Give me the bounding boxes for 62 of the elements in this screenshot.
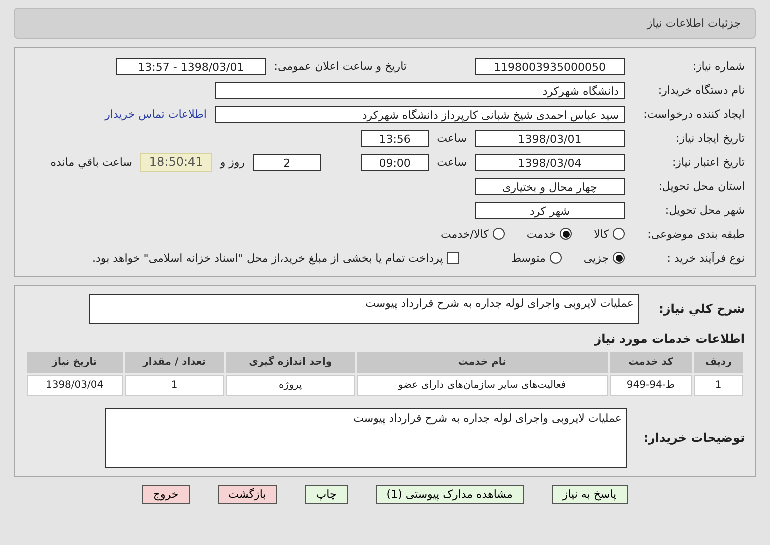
column-header: نام خدمت — [356, 352, 608, 373]
checkbox-label: پرداخت تمام یا بخشی از مبلغ خرید،از محل "اسناد خزانه اسلامی" خواهد بود. — [92, 252, 444, 264]
radio-button[interactable] — [550, 252, 562, 264]
column-header: کد خدمت — [610, 352, 692, 373]
checkbox[interactable] — [447, 252, 460, 264]
summary-field: عملیات لایروبی واجرای لوله جداره به شرح قرارداد پیوست — [89, 294, 639, 324]
action-button[interactable]: چاپ — [305, 485, 348, 504]
table-cell: پروژه — [226, 375, 355, 396]
field-label: طبقه بندی موضوعی: — [646, 228, 745, 240]
text-field[interactable]: سید عباس احمدی شیخ شبانی کارپرداز دانشگاه شهرکرد — [215, 106, 625, 122]
text-field[interactable]: 1398/03/01 — [475, 130, 625, 146]
table-cell: 1 — [124, 375, 224, 396]
field-label: نام دستگاه خریدار: — [657, 84, 745, 96]
field-label: تاریخ ایجاد نیاز: — [674, 132, 745, 144]
field-text: ساعت — [437, 156, 467, 168]
buyer-contact-link[interactable]: اطلاعات تماس خریدار — [105, 108, 207, 120]
notes-field: عملیات لایروبی واجرای لوله جداره به شرح قرارداد پیوست — [105, 408, 627, 468]
field-text: ساعت باقي مانده — [50, 156, 132, 168]
text-field[interactable]: 2 — [253, 154, 322, 170]
countdown-field: 18:50:41 — [140, 152, 212, 172]
radio-label: کالا — [594, 228, 609, 240]
text-field[interactable]: 1398/03/01 - 13:57 — [116, 58, 266, 74]
field-text: ساعت — [437, 132, 467, 144]
text-field[interactable]: 1398/03/04 — [475, 154, 625, 170]
field-label: تاریخ اعتبار نیاز: — [671, 156, 745, 168]
field-label: استان محل تحویل: — [658, 180, 745, 192]
field-label: ایجاد کننده درخواست: — [642, 108, 745, 120]
action-button[interactable]: مشاهده مدارک پیوستی (1) — [376, 485, 524, 504]
field-text: روز و — [220, 156, 246, 168]
radio-button[interactable] — [560, 228, 572, 240]
radio-button[interactable] — [613, 228, 625, 240]
table-cell: 1398/03/04 — [27, 375, 123, 396]
column-header: تاریخ نیاز — [27, 352, 123, 373]
section-title: اطلاعات خدمات مورد نیاز — [593, 332, 745, 346]
column-header: واحد اندازه گیری — [226, 352, 355, 373]
table-cell: ط-94-949 — [610, 375, 692, 396]
radio-label: متوسط — [511, 252, 546, 264]
radio-button[interactable] — [613, 252, 625, 264]
radio-button[interactable] — [492, 228, 505, 240]
field-label: شهر محل تحویل: — [664, 204, 745, 216]
radio-label: جزیی — [584, 252, 609, 264]
action-button[interactable]: پاسخ به نیاز — [552, 485, 628, 504]
action-button[interactable]: بازگشت — [218, 485, 278, 504]
field-label: تاریخ و ساعت اعلان عمومی: — [274, 60, 407, 72]
column-header: ردیف — [694, 352, 743, 373]
radio-label: خدمت — [526, 228, 556, 240]
summary-label: شرح کلي نياز: — [658, 302, 745, 316]
field-label: نوع فرآیند خرید : — [666, 252, 745, 264]
text-field[interactable]: شهر کرد — [475, 202, 625, 218]
text-field[interactable]: 1198003935000050 — [475, 58, 625, 74]
text-field[interactable]: دانشگاه شهرکرد — [215, 82, 625, 98]
notes-label: توضیحات خریدار: — [642, 431, 745, 445]
radio-label: کالا/خدمت — [441, 228, 489, 240]
table-cell: 1 — [694, 375, 743, 396]
text-field[interactable]: 09:00 — [361, 154, 430, 170]
action-button[interactable]: خروج — [142, 485, 190, 504]
table-cell: فعالیت‌های سایر سازمان‌های دارای عضو — [356, 375, 608, 396]
text-field[interactable]: 13:56 — [361, 130, 430, 146]
column-header: تعداد / مقدار — [124, 352, 224, 373]
text-field[interactable]: چهار محال و بختیاری — [475, 178, 625, 194]
page-title: جزئیات اطلاعات نیاز — [647, 17, 741, 30]
field-label: شماره نیاز: — [692, 60, 745, 72]
